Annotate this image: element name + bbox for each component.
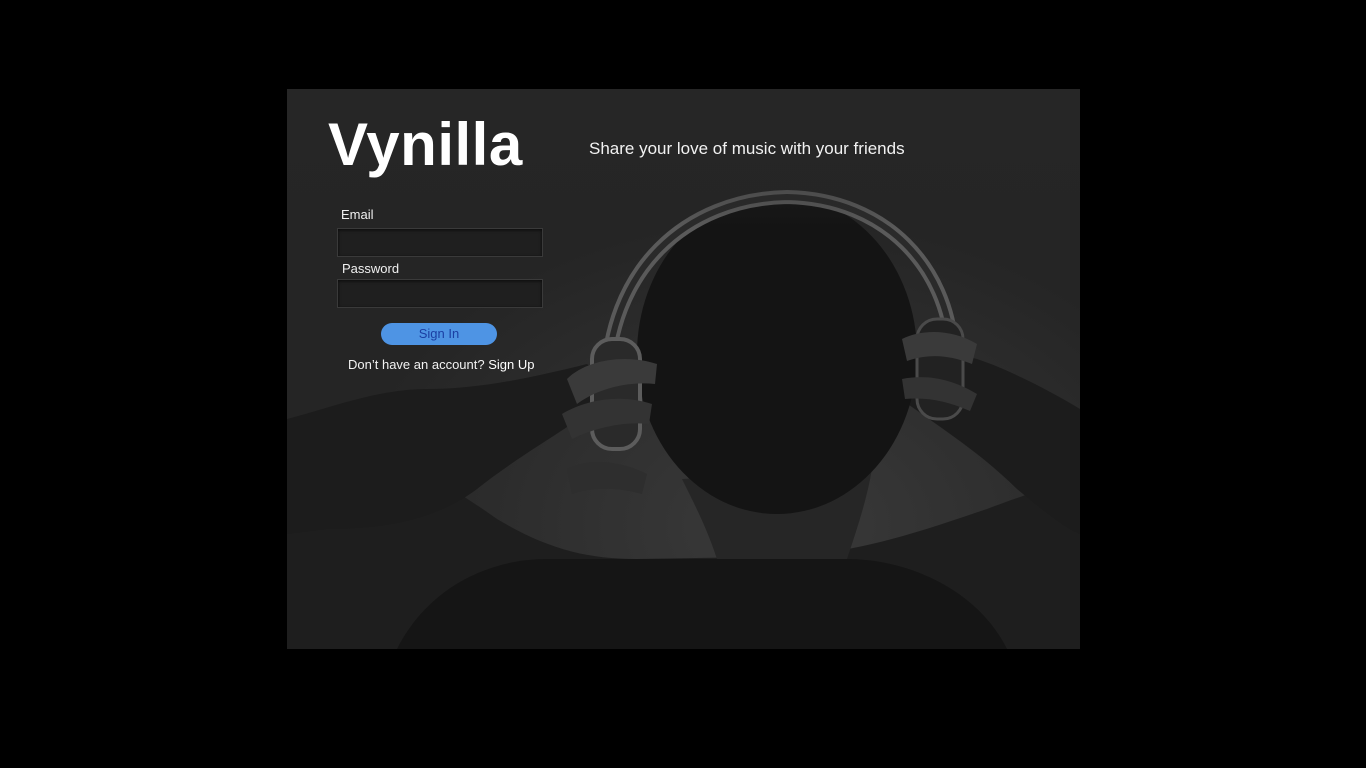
tagline: Share your love of music with your frien…: [589, 139, 905, 158]
email-field[interactable]: [337, 228, 543, 257]
login-panel: Vynilla Share your love of music with yo…: [287, 89, 1080, 649]
signup-prompt-row: Don’t have an account? Sign Up: [348, 357, 534, 373]
sign-in-button[interactable]: Sign In: [381, 323, 497, 345]
app-logo: Vynilla: [328, 111, 523, 178]
email-label: Email: [341, 207, 374, 222]
signup-prompt-text: Don’t have an account?: [348, 357, 485, 372]
password-field[interactable]: [337, 279, 543, 308]
password-label: Password: [342, 261, 400, 276]
sign-up-link[interactable]: Sign Up: [488, 357, 534, 372]
